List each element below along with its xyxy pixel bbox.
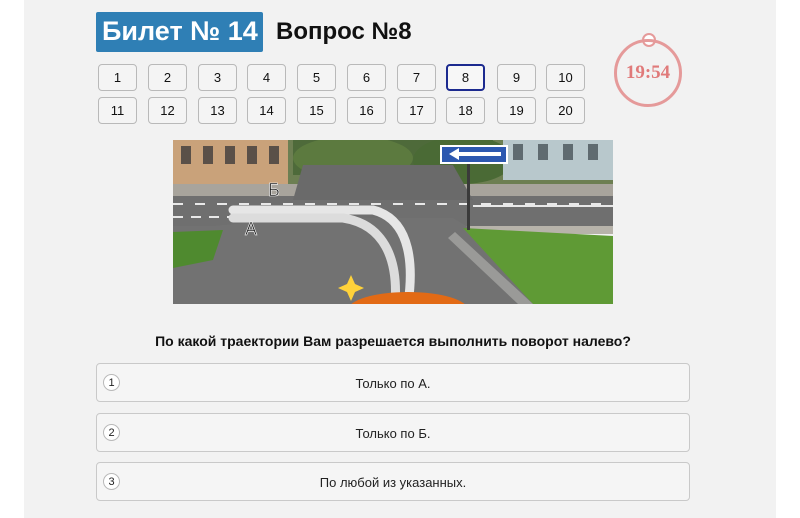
question-button-4[interactable]: 4 [247,64,286,91]
question-button-15[interactable]: 15 [297,97,336,124]
path-label-a: А [245,219,257,239]
question-button-16[interactable]: 16 [347,97,386,124]
ticket-badge: Билет № 14 [96,12,263,52]
path-label-b: Б [268,180,280,200]
question-button-5[interactable]: 5 [297,64,336,91]
question-button-8-active[interactable]: 8 [446,64,485,91]
question-button-6[interactable]: 6 [347,64,386,91]
question-text: По какой траектории Вам разрешается выпо… [155,333,631,349]
answer-text: Только по А. [355,376,431,391]
question-button-14[interactable]: 14 [247,97,286,124]
answer-option-2[interactable]: 2 Только по Б. [96,413,690,452]
road-scene-image: Б А [173,140,613,304]
question-button-7[interactable]: 7 [397,64,436,91]
question-button-10[interactable]: 10 [546,64,585,91]
timer-value: 19:54 [625,62,671,83]
question-button-20[interactable]: 20 [546,97,585,124]
question-button-18[interactable]: 18 [446,97,485,124]
answer-text: Только по Б. [355,426,431,441]
question-button-12[interactable]: 12 [148,97,187,124]
question-button-3[interactable]: 3 [198,64,237,91]
question-button-11[interactable]: 11 [98,97,137,124]
answer-text: По любой из указанных. [319,475,467,490]
answer-option-1[interactable]: 1 Только по А. [96,363,690,402]
question-button-17[interactable]: 17 [397,97,436,124]
question-button-19[interactable]: 19 [497,97,536,124]
question-button-2[interactable]: 2 [148,64,187,91]
question-number-title: Вопрос №8 [276,18,412,45]
question-button-13[interactable]: 13 [198,97,237,124]
countdown-timer: 19:54 [614,39,682,107]
answer-option-3[interactable]: 3 По любой из указанных. [96,462,690,501]
question-button-1[interactable]: 1 [98,64,137,91]
question-button-9[interactable]: 9 [497,64,536,91]
